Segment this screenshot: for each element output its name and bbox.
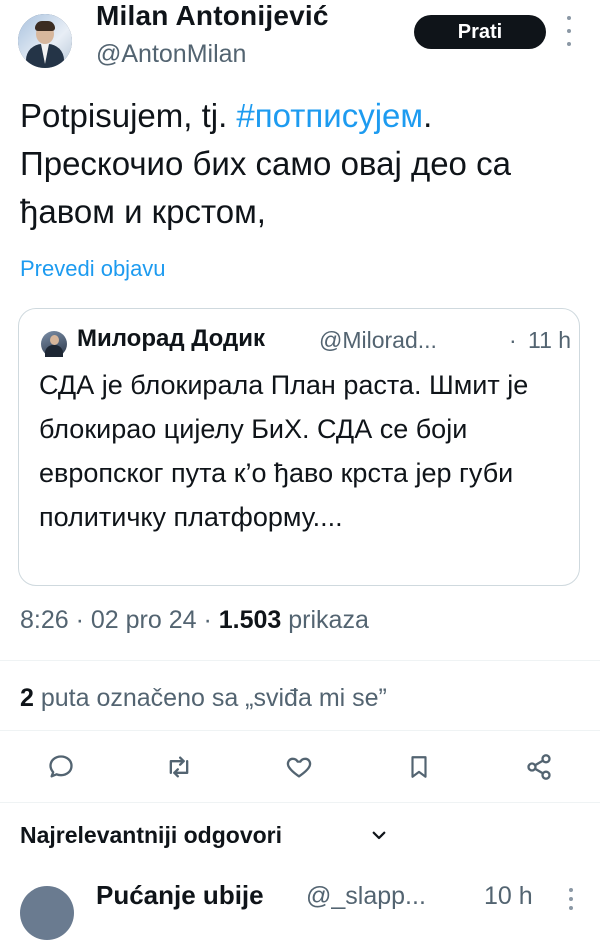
chevron-down-icon[interactable] [370,826,388,844]
retweet-icon[interactable] [156,744,202,790]
like-icon[interactable] [276,744,322,790]
replies-sort-heading[interactable]: Najrelevantniji odgovori [20,822,282,849]
share-icon[interactable] [516,744,562,790]
tweet-time[interactable]: 8:26 [20,606,69,634]
author-handle[interactable]: @AntonMilan [96,40,246,69]
views-count: 1.503 [218,606,282,634]
tweet-text-before: Potpisujem, tj. [20,97,237,134]
reply-icon[interactable] [38,744,84,790]
action-bar [0,744,600,790]
quoted-author-name: Милорад Додик [77,325,265,352]
quoted-author-avatar [41,331,67,357]
reply-author-name[interactable]: Pućanje ubije [96,880,264,911]
quoted-tweet[interactable]: Милорад Додик @Milorad... · 11 h СДА је … [18,308,580,586]
tweet-date[interactable]: 02 pro 24 [91,606,197,634]
reply-timestamp: 10 h [484,882,533,910]
divider [0,730,600,731]
reply-more-options-icon[interactable] [566,888,576,918]
follow-button[interactable]: Prati [414,15,546,49]
quoted-separator: · [509,327,517,353]
bookmark-icon[interactable] [396,744,442,790]
reply-author-handle[interactable]: @_slapp... [306,882,426,911]
divider [0,660,600,661]
hashtag-link[interactable]: #потписујем [236,97,423,134]
quoted-author-handle: @Milorad... [319,327,437,353]
quoted-timestamp: 11 h [528,327,572,353]
tweet-meta: 8:26 · 02 pro 24 · 1.503 prikaza [20,606,369,634]
author-name[interactable]: Milan Antonijević [96,0,329,32]
views-label: prikaza [288,606,369,634]
quoted-text: СДА је блокирала План раста. Шмит је бло… [39,370,529,532]
likes-count: 2 [20,684,34,712]
author-avatar[interactable] [18,14,72,68]
likes-summary[interactable]: 2 puta označeno sa „sviđa mi se” [20,684,387,713]
translate-post-link[interactable]: Prevedi objavu [20,256,166,282]
divider [0,802,600,803]
tweet-text: Potpisujem, tj. #потписујем. Прескочио б… [20,92,580,236]
more-options-icon[interactable] [564,16,574,46]
likes-label: puta označeno sa „sviđa mi se” [40,684,387,712]
reply-avatar[interactable] [20,886,74,940]
